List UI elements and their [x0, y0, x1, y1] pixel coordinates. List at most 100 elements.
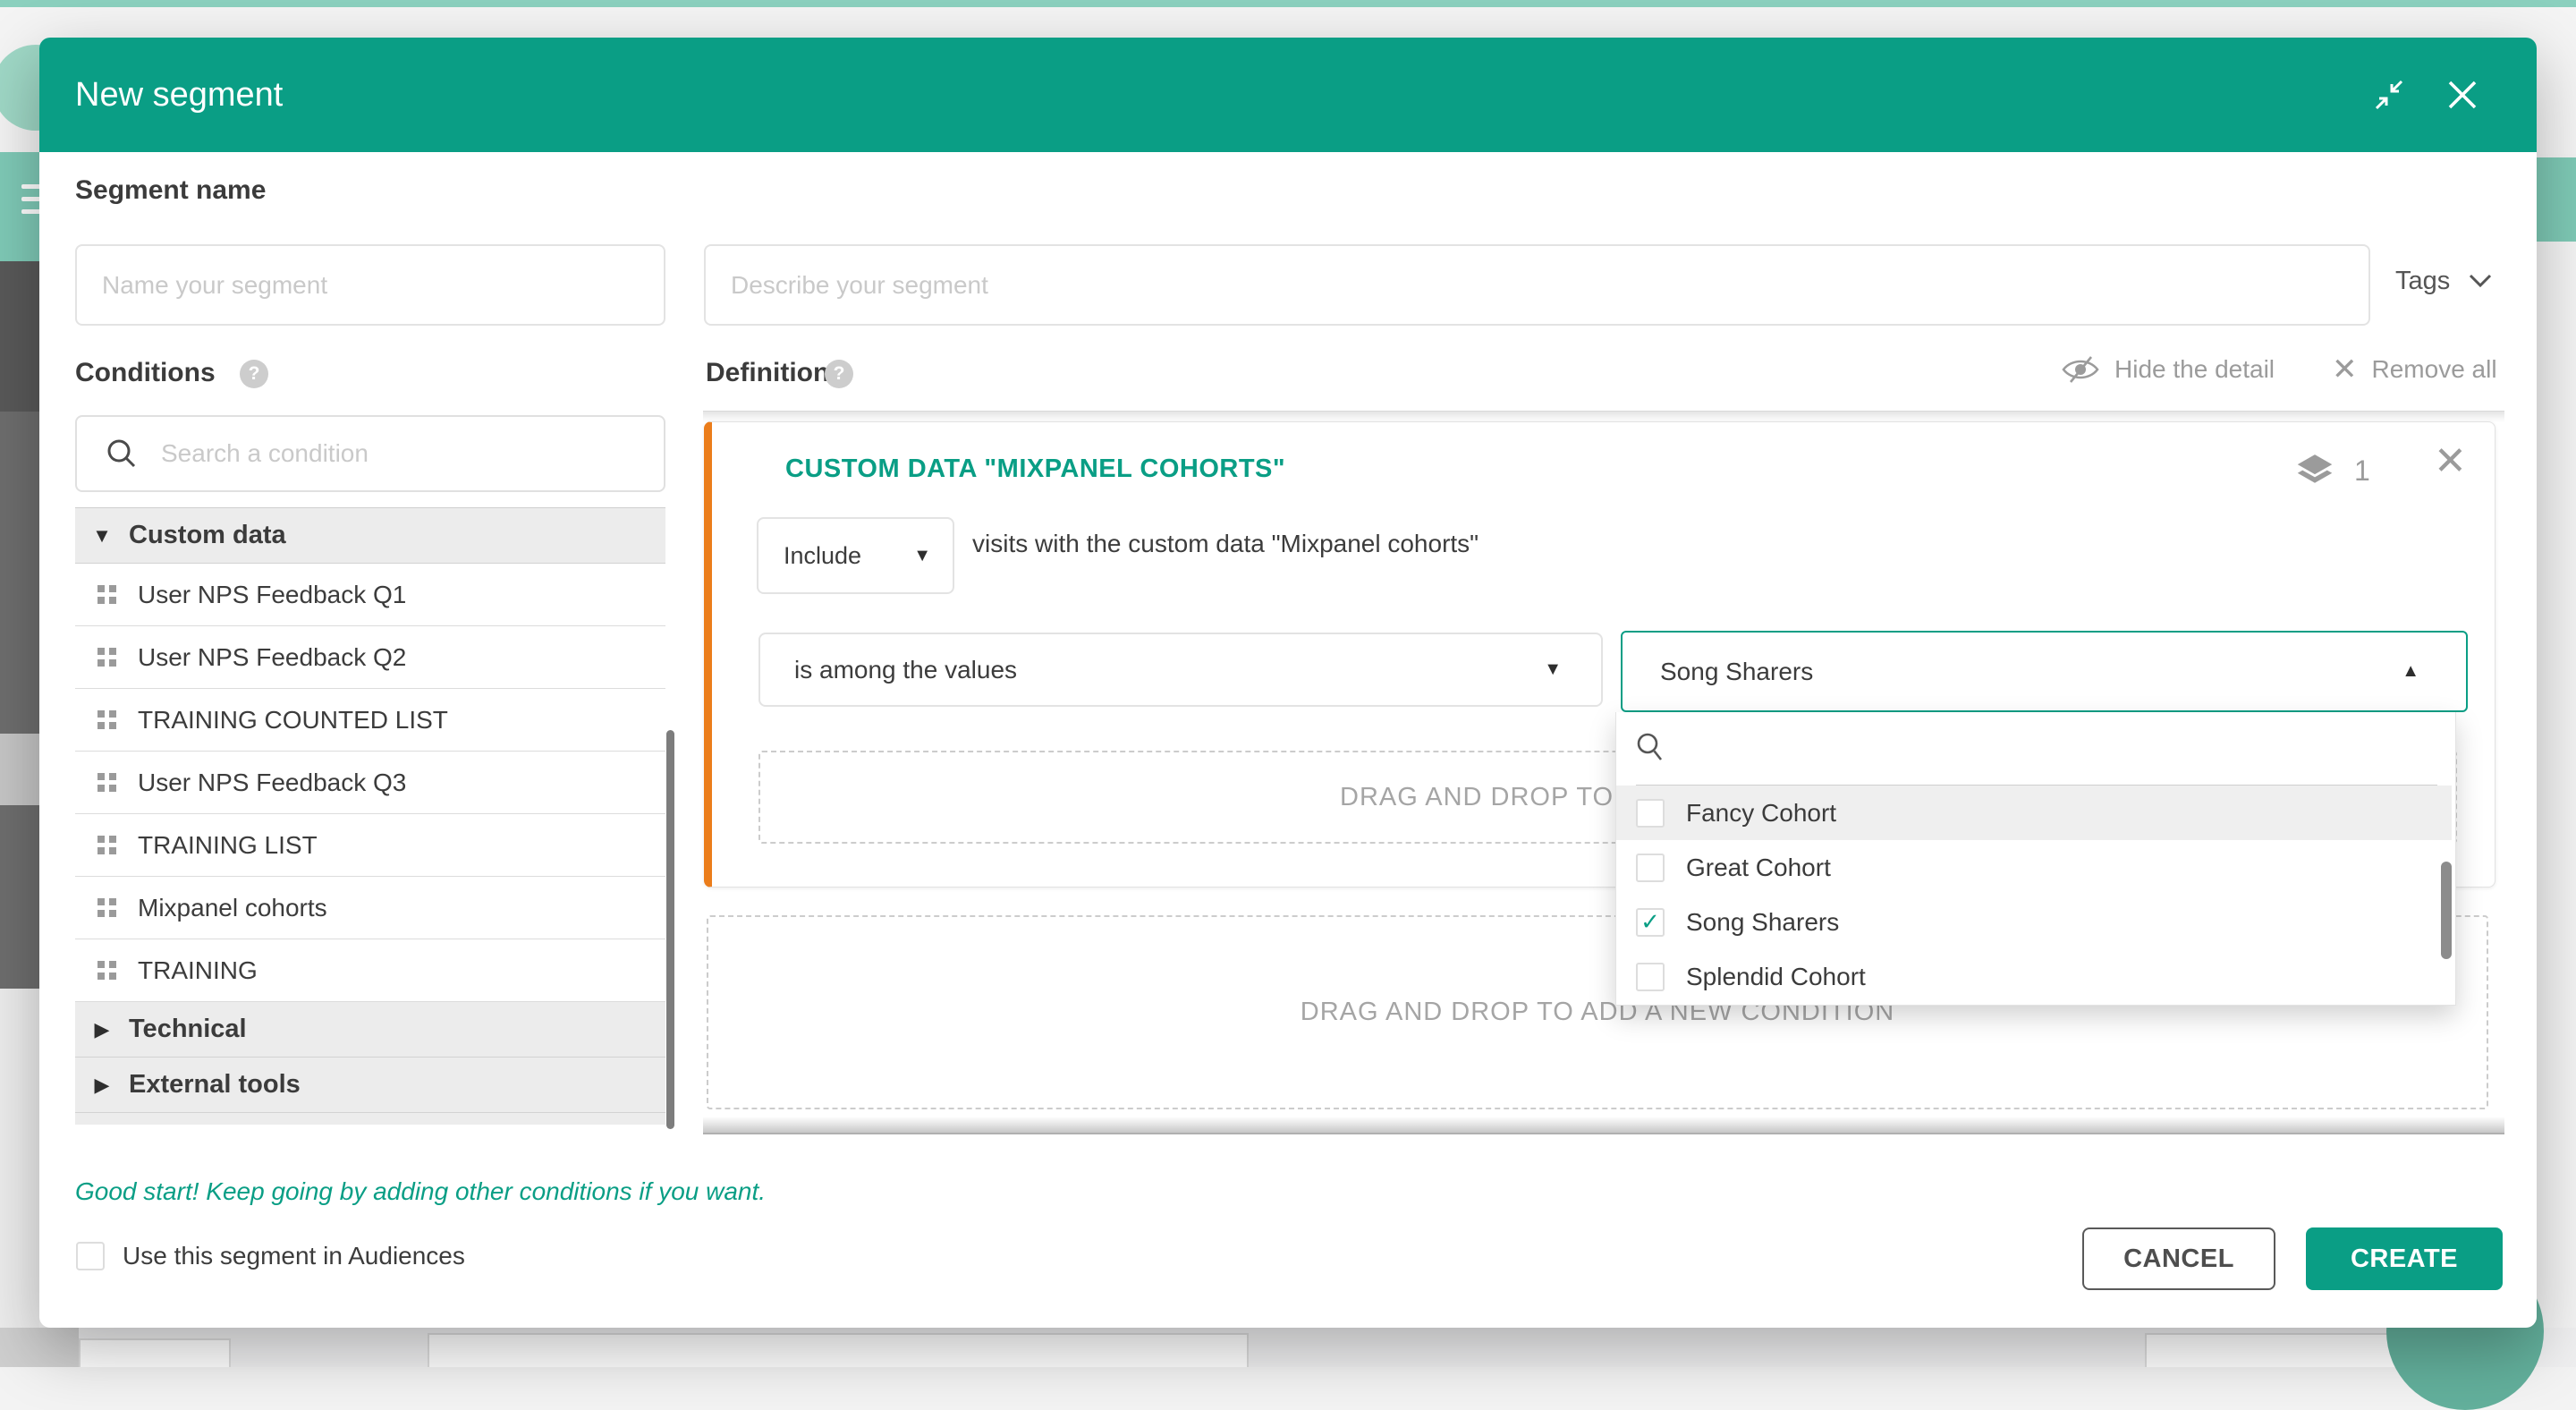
scroll-shadow-bottom: [703, 1117, 2504, 1134]
condition-item[interactable]: TRAINING: [75, 939, 665, 1002]
conditions-list: ▼ Custom data User NPS Feedback Q1 User …: [75, 507, 665, 1140]
dropdown-option[interactable]: Great Cohort: [1616, 840, 2452, 895]
condition-card-title: CUSTOM DATA "MIXPANEL COHORTS": [785, 454, 1285, 484]
operator-dropdown[interactable]: is among the values ▼: [758, 633, 1603, 707]
background-sidebar-segment: [0, 805, 39, 989]
drag-handle-icon: [75, 898, 138, 917]
definition-label: Definition: [706, 358, 829, 388]
background-content-box: [428, 1333, 1249, 1367]
checkbox-unchecked[interactable]: [1636, 854, 1665, 882]
collapse-icon[interactable]: [2371, 77, 2407, 113]
cancel-button[interactable]: CANCEL: [2082, 1227, 2275, 1290]
option-label: Fancy Cohort: [1686, 799, 1836, 828]
definition-tools: Hide the detail ✕ Remove all: [2061, 353, 2497, 386]
condition-item-label: Mixpanel cohorts: [138, 894, 327, 922]
condition-item-label: User NPS Feedback Q3: [138, 769, 406, 797]
checkbox-unchecked[interactable]: [1636, 963, 1665, 991]
drag-handle-icon: [75, 961, 138, 980]
close-icon[interactable]: ✕: [2434, 442, 2467, 481]
condition-search-input[interactable]: [161, 439, 626, 468]
option-label: Song Sharers: [1686, 908, 1839, 937]
drag-handle-icon: [75, 648, 138, 667]
background-sidebar-segment: [0, 412, 39, 734]
condition-item-label: TRAINING LIST: [138, 831, 318, 860]
include-dropdown[interactable]: Include ▼: [757, 517, 954, 594]
condition-item[interactable]: User NPS Feedback Q1: [75, 564, 665, 626]
selected-value: Song Sharers: [1660, 658, 1813, 686]
triangle-up-icon: ▲: [2402, 661, 2419, 682]
new-segment-modal: New segment Segment name Tags Condi: [39, 38, 2537, 1328]
conditions-scrollbar[interactable]: [666, 730, 674, 1129]
segment-name-label: Segment name: [75, 175, 266, 206]
background-sidebar-segment: [0, 261, 39, 412]
group-external-tools[interactable]: ▶ External tools: [75, 1058, 665, 1113]
condition-search: [75, 415, 665, 492]
condition-item-label: TRAINING: [138, 956, 258, 985]
checkbox-checked[interactable]: [1636, 908, 1665, 937]
tags-label: Tags: [2395, 267, 2450, 296]
group-custom-data[interactable]: ▼ Custom data: [75, 508, 665, 564]
layer-counter: 1: [2295, 453, 2370, 488]
value-dropdown[interactable]: Song Sharers ▲: [1621, 631, 2468, 712]
group-partially-visible: [75, 1113, 665, 1125]
close-icon[interactable]: [2445, 77, 2480, 113]
group-label: Technical: [129, 1015, 247, 1044]
dropdown-option[interactable]: Song Sharers: [1616, 895, 2452, 949]
chevron-down-icon: [2468, 273, 2493, 289]
background-page-bottom-left: [0, 1328, 79, 1367]
drag-handle-icon: [75, 585, 138, 604]
drag-handle-icon: [75, 773, 138, 792]
remove-all-button[interactable]: ✕ Remove all: [2332, 354, 2497, 385]
group-label: External tools: [129, 1070, 301, 1100]
option-label: Great Cohort: [1686, 854, 1831, 882]
segment-description-input[interactable]: [704, 244, 2370, 326]
help-icon[interactable]: ?: [825, 360, 853, 388]
background-sidebar-segment: [0, 989, 39, 1367]
triangle-right-icon: ▶: [75, 1018, 129, 1041]
checkbox-unchecked[interactable]: [1636, 799, 1665, 828]
audiences-label: Use this segment in Audiences: [123, 1242, 465, 1270]
group-label: Custom data: [129, 521, 286, 550]
background-header-fragment: [2537, 157, 2576, 242]
eye-slash-icon: [2061, 353, 2100, 386]
condition-sentence: visits with the custom data "Mixpanel co…: [972, 530, 1479, 558]
search-icon: [1636, 732, 1666, 762]
drag-handle-icon: [75, 710, 138, 729]
modal-header: New segment: [39, 38, 2537, 152]
triangle-down-icon: ▼: [1544, 659, 1562, 680]
condition-item-label: User NPS Feedback Q1: [138, 581, 406, 609]
background-top-strip: [0, 0, 2576, 7]
modal-title: New segment: [75, 76, 283, 115]
search-icon: [106, 437, 138, 470]
condition-item[interactable]: Mixpanel cohorts: [75, 877, 665, 939]
condition-item[interactable]: User NPS Feedback Q3: [75, 752, 665, 814]
triangle-down-icon: ▼: [75, 524, 129, 548]
help-icon[interactable]: ?: [240, 360, 268, 388]
drag-handle-icon: [75, 836, 138, 854]
segment-name-input[interactable]: [75, 244, 665, 326]
condition-item-label: User NPS Feedback Q2: [138, 643, 406, 672]
audiences-checkbox[interactable]: [76, 1242, 105, 1270]
condition-item[interactable]: TRAINING LIST: [75, 814, 665, 877]
background-content-box: [79, 1338, 231, 1367]
layers-icon: [2295, 453, 2334, 488]
close-icon: ✕: [2332, 354, 2358, 385]
dropdown-scrollbar[interactable]: [2441, 862, 2452, 959]
dropdown-option[interactable]: Splendid Cohort: [1616, 949, 2452, 1004]
background-menu-button: [0, 152, 39, 261]
tags-dropdown[interactable]: Tags: [2395, 263, 2493, 299]
conditions-label: Conditions: [75, 358, 216, 388]
hide-detail-label: Hide the detail: [2114, 355, 2275, 384]
create-button[interactable]: CREATE: [2306, 1227, 2503, 1290]
option-label: Splendid Cohort: [1686, 963, 1866, 991]
include-value: Include: [784, 542, 861, 570]
dropdown-option[interactable]: Fancy Cohort: [1616, 786, 2452, 840]
remove-all-label: Remove all: [2372, 355, 2497, 384]
triangle-down-icon: ▼: [913, 546, 931, 566]
layer-count: 1: [2354, 454, 2370, 488]
condition-item[interactable]: TRAINING COUNTED LIST: [75, 689, 665, 752]
group-technical[interactable]: ▶ Technical: [75, 1002, 665, 1058]
hide-detail-button[interactable]: Hide the detail: [2061, 353, 2275, 386]
condition-item[interactable]: User NPS Feedback Q2: [75, 626, 665, 689]
background-sidebar-segment: [0, 734, 39, 805]
